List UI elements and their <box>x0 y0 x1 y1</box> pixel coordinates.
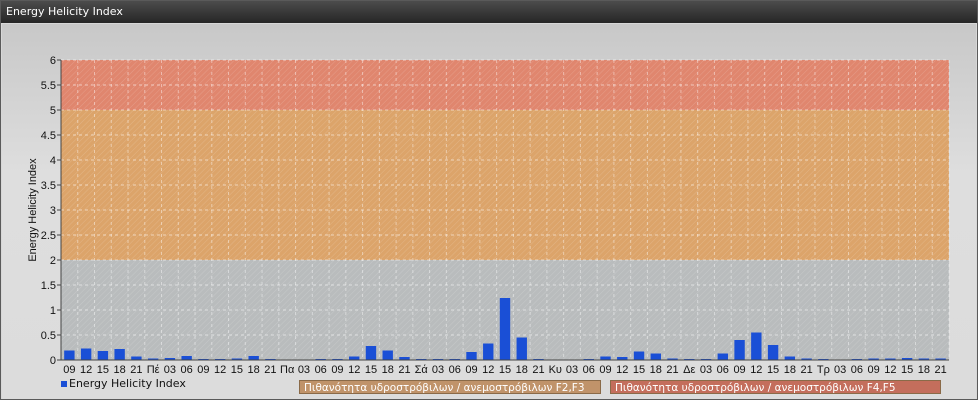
x-tick-label-50: 15 <box>901 364 913 376</box>
x-tick-label-32: 09 <box>599 364 611 376</box>
x-tick-label-21: Σά <box>415 364 429 376</box>
y-tick-label-11: 5.5 <box>41 80 56 92</box>
x-tick-label-48: 09 <box>867 364 879 376</box>
x-tick-label-33: 12 <box>616 364 628 376</box>
x-tick-label-43: 18 <box>784 364 796 376</box>
bar-3 <box>114 349 125 360</box>
y-tick-label-10: 5 <box>50 105 56 117</box>
y-tick-label-9: 4.5 <box>41 130 56 142</box>
bar-34 <box>633 351 645 360</box>
x-tick-label-17: 12 <box>348 364 360 376</box>
bar-17 <box>349 356 360 360</box>
bar-0 <box>64 350 75 360</box>
bar-32 <box>600 356 611 360</box>
x-tick-label-24: 09 <box>465 364 477 376</box>
y-tick-label-8: 4 <box>50 155 56 167</box>
bar-35 <box>650 353 661 360</box>
y-tick-label-2: 1 <box>50 305 56 317</box>
bar-39 <box>717 353 729 360</box>
risk-low-legend: Πιθανότητα υδροστρόβιλων / ανεμοστρόβιλω… <box>299 380 601 394</box>
x-tick-label-25: 12 <box>482 364 494 376</box>
bar-24 <box>466 352 477 360</box>
x-tick-label-3: 18 <box>114 364 126 376</box>
x-tick-label-31: 06 <box>583 364 595 376</box>
legend-series-label: Energy Helicity Index <box>69 377 186 390</box>
x-tick-label-27: 18 <box>516 364 528 376</box>
x-tick-label-10: 15 <box>231 364 243 376</box>
x-tick-label-1: 12 <box>80 364 92 376</box>
x-tick-label-28: 21 <box>532 364 544 376</box>
bar-43 <box>784 356 796 360</box>
bar-42 <box>767 345 779 360</box>
x-tick-label-9: 12 <box>214 364 226 376</box>
bar-19 <box>382 350 393 360</box>
y-tick-label-0: 0 <box>50 355 56 367</box>
x-tick-label-18: 15 <box>365 364 377 376</box>
x-tick-label-0: 09 <box>63 364 75 376</box>
x-tick-label-36: 21 <box>666 364 678 376</box>
x-tick-label-23: 06 <box>449 364 461 376</box>
x-tick-label-11: 18 <box>248 364 260 376</box>
y-tick-label-6: 3 <box>50 205 56 217</box>
x-tick-label-29: Κυ <box>549 364 562 376</box>
y-axis-label: Energy Helicity Index <box>27 158 39 262</box>
risk-high-label: Πιθανότητα υδροστρόβιλων / ανεμοστρόβιλω… <box>615 382 896 394</box>
x-tick-label-44: 21 <box>800 364 812 376</box>
x-tick-label-52: 21 <box>934 364 946 376</box>
bar-11 <box>248 356 259 360</box>
x-tick-label-37: Δε <box>683 364 695 376</box>
bar-27 <box>516 337 527 360</box>
bar-7 <box>181 356 192 360</box>
x-tick-label-39: 06 <box>717 364 729 376</box>
x-tick-label-40: 09 <box>733 364 745 376</box>
bar-4 <box>131 356 142 360</box>
ehi-chart: 0 0.5 1 1.5 2 2.5 3 3.5 4 4.5 5 5.5 6 09 12 15 18 21 Πέ 03… <box>27 55 950 376</box>
risk-high-legend: Πιθανότητα υδροστρόβιλων / ανεμοστρόβιλω… <box>610 380 941 394</box>
x-tick-label-15: 06 <box>315 364 327 376</box>
x-tick-label-16: 09 <box>331 364 343 376</box>
x-tick-label-51: 18 <box>918 364 930 376</box>
risk-low-label: Πιθανότητα υδροστρόβιλων / ανεμοστρόβιλω… <box>304 382 585 394</box>
x-tick-label-8: 09 <box>197 364 209 376</box>
bar-26 <box>499 298 511 360</box>
x-tick-label-4: 21 <box>130 364 142 376</box>
x-tick-label-6: 03 <box>164 364 176 376</box>
x-tick-label-7: 06 <box>181 364 193 376</box>
x-tick-label-20: 21 <box>398 364 410 376</box>
bar-41 <box>751 332 762 360</box>
x-tick-label-47: 06 <box>851 364 863 376</box>
legend-swatch <box>61 381 67 387</box>
x-tick-label-13: Πα <box>280 364 295 376</box>
y-tick-label-3: 1.5 <box>41 280 56 292</box>
y-tick-label-5: 2.5 <box>41 230 56 242</box>
bar-25 <box>483 343 494 360</box>
x-tick-label-49: 12 <box>884 364 896 376</box>
x-tick-label-42: 15 <box>767 364 779 376</box>
x-tick-label-19: 18 <box>382 364 394 376</box>
x-tick-label-2: 15 <box>97 364 109 376</box>
x-tick-label-22: 03 <box>432 364 444 376</box>
x-tick-label-34: 15 <box>633 364 645 376</box>
y-tick-label-12: 6 <box>50 55 56 67</box>
bar-2 <box>97 351 109 360</box>
bar-18 <box>365 346 377 360</box>
x-tick-label-12: 21 <box>264 364 276 376</box>
x-tick-label-45: Τρ <box>817 364 830 376</box>
x-tick-label-38: 03 <box>700 364 712 376</box>
x-tick-label-35: 18 <box>650 364 662 376</box>
x-tick-label-30: 03 <box>566 364 578 376</box>
bar-40 <box>734 340 745 360</box>
x-tick-label-41: 12 <box>750 364 762 376</box>
x-tick-label-14: 03 <box>298 364 310 376</box>
y-tick-label-7: 3.5 <box>41 180 56 192</box>
bar-1 <box>80 348 92 360</box>
x-tick-label-46: 03 <box>834 364 846 376</box>
y-tick-label-4: 2 <box>50 255 56 267</box>
y-tick-label-1: 0.5 <box>41 330 56 342</box>
x-tick-label-26: 15 <box>499 364 511 376</box>
x-tick-label-5: Πέ <box>147 364 160 376</box>
